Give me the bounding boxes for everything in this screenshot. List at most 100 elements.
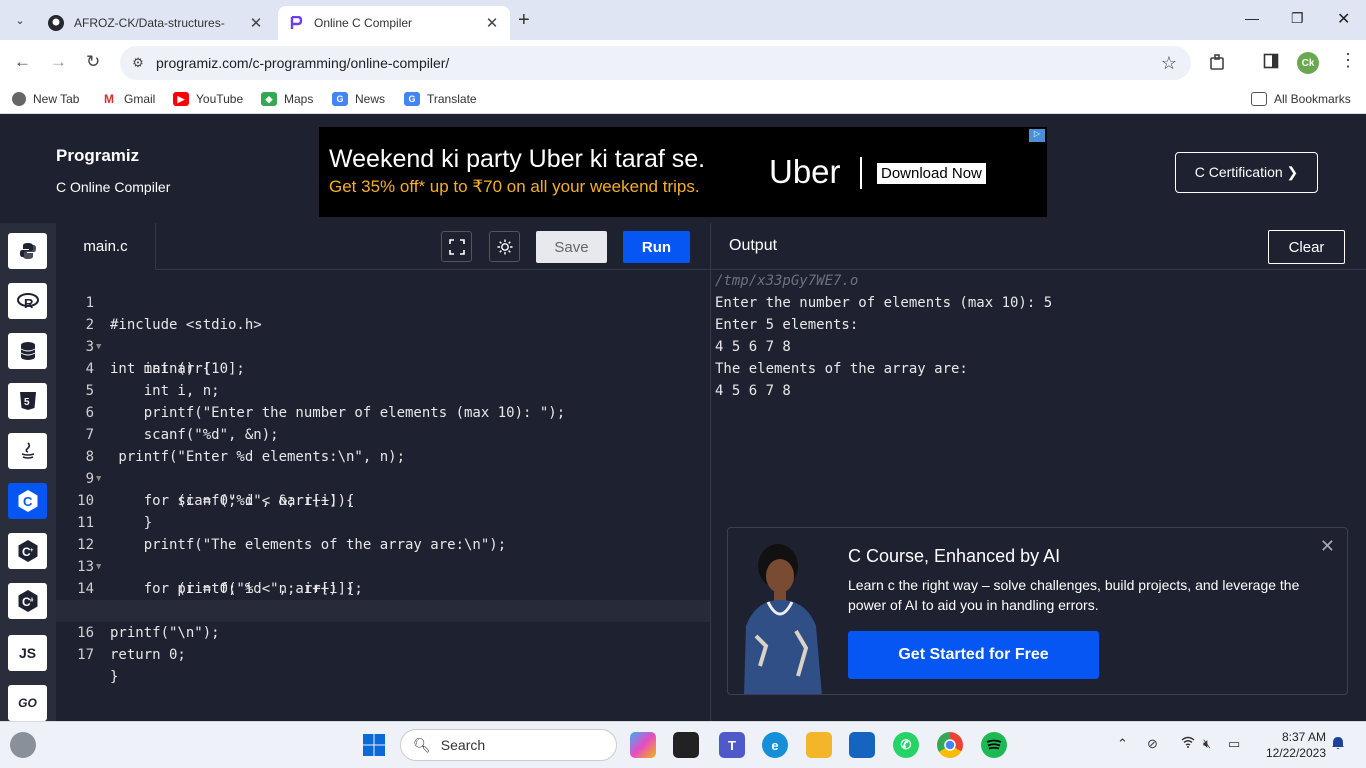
- code-line: 1 #include <stdio.h>: [56, 270, 710, 333]
- extensions-icon[interactable]: [1209, 53, 1227, 76]
- address-bar[interactable]: ⚙ programiz.com/c-programming/online-com…: [120, 46, 1191, 80]
- svg-text:5: 5: [24, 397, 30, 408]
- side-panel-icon[interactable]: [1263, 53, 1279, 74]
- close-tab-icon[interactable]: ✕: [248, 14, 264, 32]
- sql-icon[interactable]: [8, 333, 47, 369]
- close-promo-icon[interactable]: ✕: [1320, 536, 1335, 557]
- taskbar-search[interactable]: 🔍︎ Search: [400, 729, 617, 761]
- tab-online-compiler[interactable]: Online C Compiler ✕: [278, 6, 510, 40]
- output-line: 4 5 6 7 8: [715, 383, 791, 399]
- code-editor[interactable]: 1 #include <stdio.h> 2 ▼ int main() { 3 …: [56, 270, 710, 721]
- profile-avatar[interactable]: Ck: [1297, 52, 1319, 74]
- go-button[interactable]: GO: [8, 685, 47, 721]
- python-icon[interactable]: [8, 233, 47, 269]
- promo-title: C Course, Enhanced by AI: [848, 546, 1061, 566]
- javascript-button[interactable]: JS: [8, 635, 47, 671]
- file-tab[interactable]: main.c: [56, 223, 156, 270]
- html-icon[interactable]: 5: [8, 383, 47, 419]
- ad-subline: Get 35% off* up to ₹70 on all your weeke…: [329, 177, 700, 196]
- reload-icon[interactable]: ↻: [86, 52, 100, 72]
- show-hidden-icons[interactable]: ⌃: [1117, 736, 1128, 752]
- code-line: 11 printf("The elements of the array are…: [56, 490, 710, 553]
- output-line: Enter the number of elements (max 10): 5: [715, 295, 1053, 311]
- menu-dots-icon[interactable]: ⋮: [1339, 50, 1357, 71]
- bookmark-new-tab[interactable]: New Tab: [12, 92, 79, 106]
- close-tab-icon[interactable]: ✕: [484, 14, 500, 32]
- code-line: 13 printf("%d ", arr[i]);: [56, 534, 710, 597]
- notification-bell-icon[interactable]: [1331, 736, 1345, 753]
- search-label: Search: [440, 737, 486, 753]
- ide-area: R 5 C C + C # JS GO main.c Save Run 1 #i…: [0, 223, 1366, 721]
- clear-button[interactable]: Clear: [1268, 230, 1345, 264]
- spotify-icon[interactable]: [981, 732, 1007, 758]
- whatsapp-icon[interactable]: ✆: [893, 732, 919, 758]
- promo-description: Learn c the right way – solve challenges…: [848, 577, 1300, 613]
- ms-store-icon[interactable]: [849, 732, 875, 758]
- battery-icon[interactable]: ▭: [1228, 736, 1240, 752]
- c-icon[interactable]: C: [8, 483, 47, 519]
- bookmark-translate[interactable]: G Translate: [404, 92, 477, 106]
- bookmark-label: New Tab: [33, 92, 80, 106]
- uber-ad-banner[interactable]: Weekend ki party Uber ki taraf se. Get 3…: [319, 127, 1047, 217]
- r-icon[interactable]: R: [8, 283, 47, 319]
- programiz-logo[interactable]: Programiz: [56, 146, 139, 166]
- bookmark-label: Maps: [284, 92, 314, 106]
- new-tab-icon[interactable]: +: [518, 9, 530, 32]
- ad-download-button[interactable]: Download Now: [877, 163, 986, 184]
- bookmark-youtube[interactable]: ▶ YouTube: [173, 92, 243, 106]
- edge-icon[interactable]: e: [762, 732, 788, 758]
- instructor-photo: [736, 536, 824, 694]
- page-subtitle: C Online Compiler: [56, 179, 171, 195]
- fullscreen-icon[interactable]: [441, 231, 472, 262]
- bookmark-gmail[interactable]: M Gmail: [101, 92, 155, 106]
- youtube-icon: ▶: [173, 92, 189, 106]
- url-text[interactable]: programiz.com/c-programming/online-compi…: [156, 55, 1147, 71]
- file-explorer-icon[interactable]: [806, 732, 832, 758]
- weather-icon[interactable]: [10, 732, 36, 758]
- csharp-icon[interactable]: C #: [8, 583, 47, 619]
- network-warning-icon[interactable]: ⊘: [1147, 736, 1158, 752]
- code-text: }: [110, 669, 119, 685]
- back-icon[interactable]: ←: [14, 52, 31, 72]
- output-line: Enter 5 elements:: [715, 317, 859, 333]
- maps-icon: ◆: [261, 92, 277, 106]
- cpp-icon[interactable]: C +: [8, 533, 47, 569]
- copilot-icon[interactable]: [630, 732, 656, 758]
- site-header: Programiz C Online Compiler Weekend ki p…: [0, 121, 1366, 223]
- windows-start-icon[interactable]: [361, 732, 387, 758]
- chrome-icon[interactable]: [937, 732, 963, 758]
- output-console[interactable]: /tmp/x33pGy7WE7.o Enter the number of el…: [715, 270, 1355, 402]
- folder-icon: [1251, 92, 1267, 106]
- minimize-icon[interactable]: —: [1245, 10, 1259, 26]
- c-certification-button[interactable]: C Certification ❯: [1175, 152, 1318, 193]
- tab-github[interactable]: AFROZ-CK/Data-structures- ✕: [38, 6, 274, 40]
- java-icon[interactable]: [8, 433, 47, 469]
- theme-toggle-icon[interactable]: [489, 231, 520, 262]
- bookmark-maps[interactable]: ◆ Maps: [261, 92, 313, 106]
- pane-divider[interactable]: [710, 223, 711, 721]
- code-line: 5 printf("Enter the number of elements (…: [56, 358, 710, 421]
- adchoices-icon[interactable]: ▷: [1029, 129, 1045, 142]
- site-info-icon[interactable]: ⚙: [120, 55, 156, 71]
- bookmark-news[interactable]: G News: [332, 92, 385, 106]
- tab-search-icon[interactable]: ⌄: [8, 8, 32, 32]
- forward-icon[interactable]: →: [50, 52, 67, 72]
- system-clock[interactable]: 8:37 AM 12/22/2023: [1258, 729, 1326, 761]
- code-line-active: 16 return 0;: [56, 600, 710, 663]
- bookmark-star-icon[interactable]: ☆: [1147, 53, 1191, 74]
- run-button[interactable]: Run: [623, 231, 690, 263]
- get-started-button[interactable]: Get Started for Free: [848, 631, 1099, 679]
- wifi-icon[interactable]: [1181, 736, 1195, 751]
- window-close-icon[interactable]: ✕: [1337, 9, 1350, 29]
- task-view-icon[interactable]: [673, 732, 699, 758]
- globe-icon: [12, 92, 26, 106]
- restore-icon[interactable]: ❐: [1291, 10, 1304, 27]
- all-bookmarks-label: All Bookmarks: [1274, 92, 1351, 106]
- line-number: 17: [77, 647, 94, 663]
- all-bookmarks[interactable]: All Bookmarks: [1251, 92, 1351, 106]
- editor-toolbar: main.c Save Run: [56, 223, 710, 270]
- save-button[interactable]: Save: [536, 231, 607, 263]
- teams-icon[interactable]: T: [719, 732, 745, 758]
- volume-muted-icon[interactable]: 🔇︎: [1203, 736, 1211, 752]
- browser-toolbar: ← → ↻ ⚙ programiz.com/c-programming/onli…: [0, 40, 1366, 86]
